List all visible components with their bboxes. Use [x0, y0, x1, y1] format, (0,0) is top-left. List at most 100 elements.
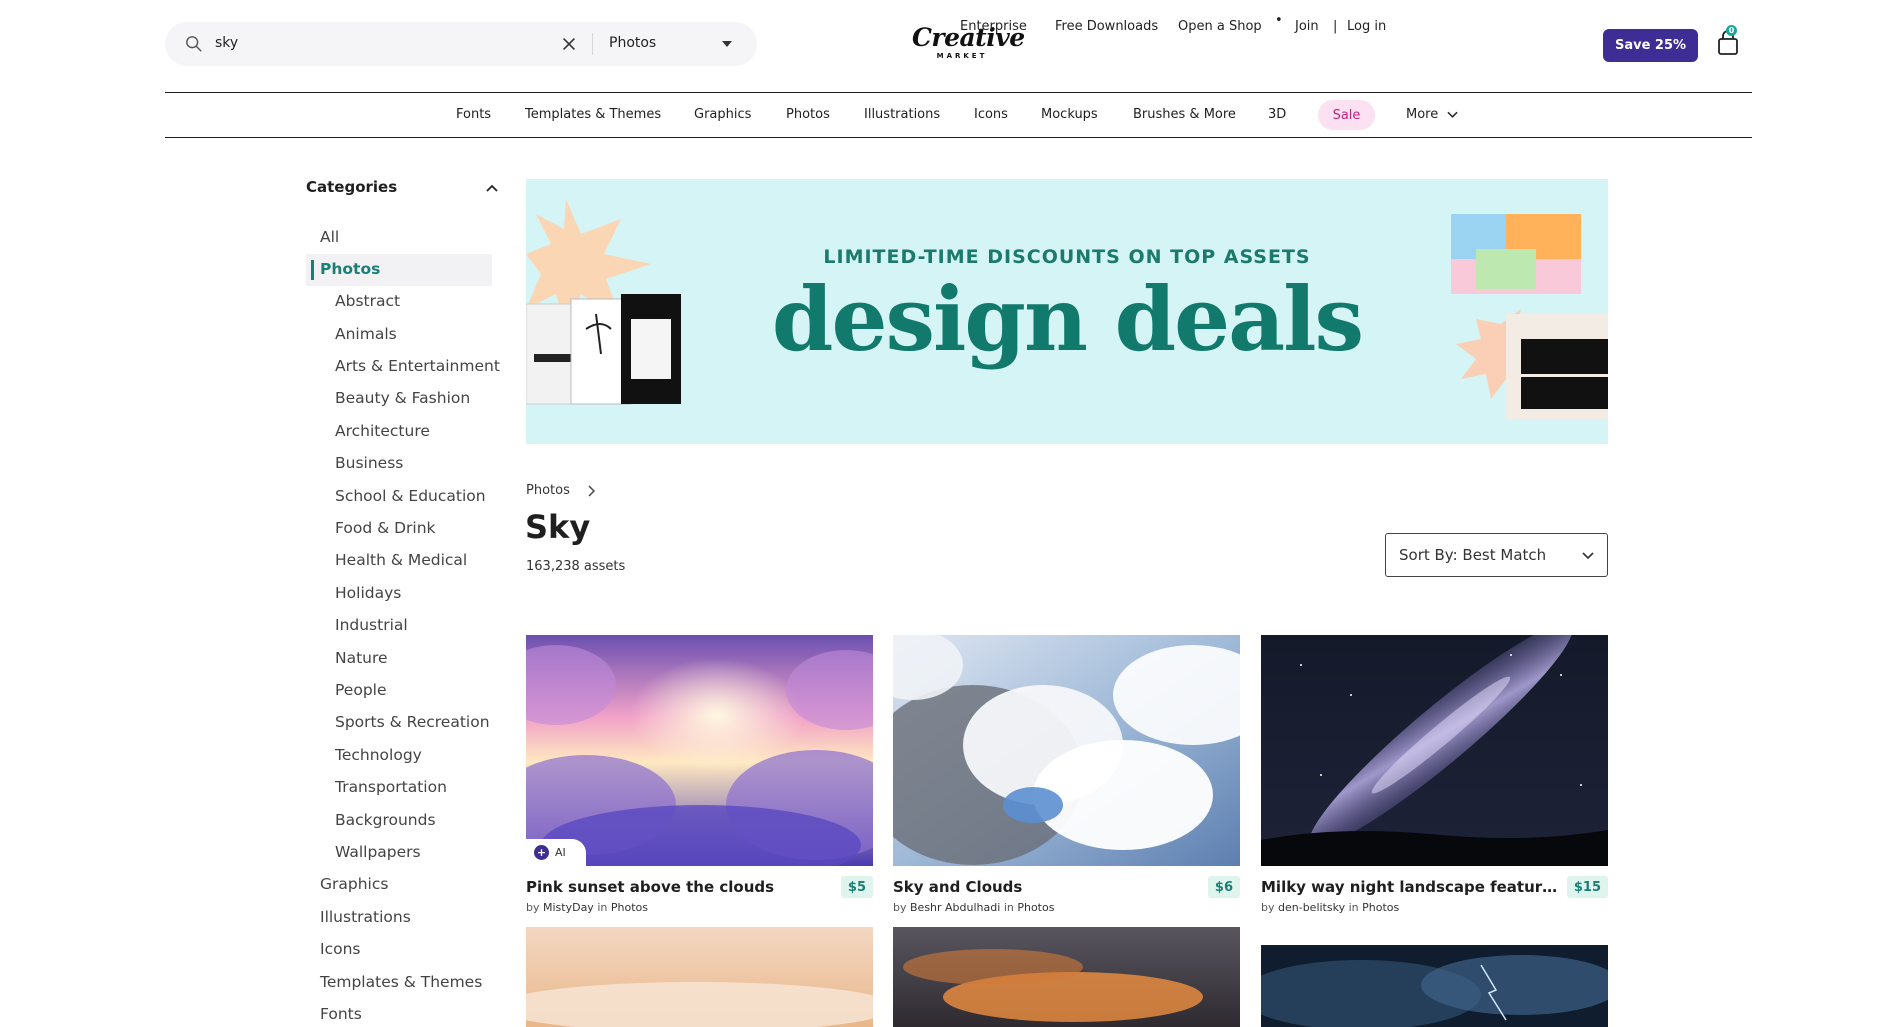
sidebar-subitem[interactable]: Food & Drink [335, 519, 436, 537]
product-image[interactable] [526, 635, 873, 866]
nav-graphics[interactable]: Graphics [694, 107, 751, 122]
product-price: $6 [1207, 876, 1240, 898]
sidebar-item[interactable]: Templates & Themes [320, 973, 482, 991]
banner-title: design deals [771, 267, 1364, 371]
join-link[interactable]: Join [1295, 19, 1319, 34]
sidebar-active-indicator [311, 260, 314, 280]
cart-count-badge: 0 [1726, 25, 1737, 36]
product-image[interactable] [893, 635, 1240, 866]
in-label: in [597, 901, 608, 914]
nav-dot: • [1275, 13, 1283, 28]
enterprise-link[interactable]: Enterprise [960, 19, 1027, 34]
product-byline: by MistyDay in Photos [526, 901, 648, 914]
category-nav-divider [165, 137, 1752, 138]
ai-badge: + AI [526, 839, 586, 866]
close-icon[interactable] [560, 35, 578, 53]
sidebar-subitem[interactable]: Beauty & Fashion [335, 389, 470, 407]
sidebar-subitem[interactable]: Backgrounds [335, 811, 436, 829]
sidebar-subitem[interactable]: Business [335, 454, 403, 472]
search-box[interactable]: sky Photos [165, 22, 757, 66]
search-input[interactable]: sky [215, 35, 238, 51]
product-author[interactable]: MistyDay [543, 901, 594, 914]
sidebar-heading[interactable]: Categories [306, 178, 397, 196]
product-author[interactable]: Beshr Abdulhadi [910, 901, 1000, 914]
product-image[interactable] [1261, 945, 1608, 1027]
by-label: by [893, 901, 907, 914]
free-downloads-link[interactable]: Free Downloads [1055, 19, 1158, 34]
by-label: by [526, 901, 540, 914]
sort-label: Sort By: Best Match [1399, 546, 1547, 564]
sidebar-subitem[interactable]: Arts & Entertainment [335, 357, 500, 375]
by-label: by [1261, 901, 1275, 914]
search-icon [186, 36, 202, 52]
promo-banner[interactable]: LIMITED-TIME DISCOUNTS ON TOP ASSETS des… [526, 179, 1608, 444]
sidebar-subitem[interactable]: Nature [335, 649, 388, 667]
ai-badge-label: AI [555, 846, 566, 859]
product-image[interactable] [893, 927, 1240, 1027]
sidebar-subitem[interactable]: Technology [335, 746, 422, 764]
product-category[interactable]: Photos [1362, 901, 1399, 914]
page: sky Photos Creative MARKET Enterprise Fr… [0, 0, 1901, 1027]
nav-3d[interactable]: 3D [1268, 107, 1286, 122]
search-category-select[interactable]: Photos [609, 35, 656, 51]
open-shop-link[interactable]: Open a Shop [1178, 19, 1262, 34]
nav-illustrations[interactable]: Illustrations [864, 107, 940, 122]
sidebar-subitem[interactable]: Animals [335, 325, 397, 343]
page-title: Sky [525, 508, 591, 546]
sidebar-item[interactable]: Icons [320, 940, 360, 958]
nav-icons[interactable]: Icons [974, 107, 1008, 122]
plus-icon: + [534, 845, 549, 860]
nav-fonts[interactable]: Fonts [456, 107, 491, 122]
nav-separator: | [1333, 18, 1338, 34]
sidebar-item[interactable]: Graphics [320, 875, 388, 893]
chevron-right-icon [588, 485, 595, 497]
nav-sale[interactable]: Sale [1318, 100, 1375, 130]
product-title[interactable]: Sky and Clouds [893, 878, 1193, 896]
in-label: in [1348, 901, 1359, 914]
product-price: $5 [840, 876, 873, 898]
sidebar-subitem[interactable]: Architecture [335, 422, 430, 440]
caret-down-icon[interactable] [721, 39, 733, 49]
sidebar-item[interactable]: Fonts [320, 1005, 362, 1023]
product-category[interactable]: Photos [611, 901, 648, 914]
product-price: $15 [1566, 876, 1608, 898]
product-image[interactable] [526, 927, 873, 1027]
product-title[interactable]: Pink sunset above the clouds [526, 878, 826, 896]
nav-photos[interactable]: Photos [786, 107, 830, 122]
sidebar-subitem[interactable]: Industrial [335, 616, 408, 634]
font-samples-image [1451, 214, 1608, 419]
breadcrumb[interactable]: Photos [526, 483, 570, 498]
sort-select[interactable]: Sort By: Best Match [1385, 533, 1608, 577]
logo-sub: MARKET [936, 52, 988, 60]
sidebar-subitem[interactable]: Holidays [335, 584, 401, 602]
product-image[interactable] [1261, 635, 1608, 866]
sidebar-subitem[interactable]: Wallpapers [335, 843, 421, 861]
sidebar-subitem[interactable]: School & Education [335, 487, 486, 505]
sidebar-subitem[interactable]: Transportation [335, 778, 447, 796]
nav-mockups[interactable]: Mockups [1041, 107, 1098, 122]
banner-headline: LIMITED-TIME DISCOUNTS ON TOP ASSETS [823, 246, 1311, 268]
login-link[interactable]: Log in [1347, 19, 1386, 34]
nav-more[interactable]: More [1406, 107, 1438, 122]
product-title[interactable]: Milky way night landscape featuring ... [1261, 878, 1561, 896]
save-25-button[interactable]: Save 25% [1603, 29, 1698, 62]
product-category[interactable]: Photos [1017, 901, 1054, 914]
chevron-up-icon[interactable] [486, 184, 498, 193]
sidebar-subitem[interactable]: Abstract [335, 292, 400, 310]
product-byline: by den-belitsky in Photos [1261, 901, 1399, 914]
category-nav: Fonts Templates & Themes Graphics Photos… [0, 93, 1901, 137]
search-divider [592, 33, 593, 55]
chevron-down-icon[interactable] [1447, 110, 1458, 119]
sidebar-subitem[interactable]: People [335, 681, 387, 699]
sidebar-item-photos[interactable]: Photos [320, 260, 380, 278]
product-byline: by Beshr Abdulhadi in Photos [893, 901, 1054, 914]
nav-templates-themes[interactable]: Templates & Themes [525, 107, 661, 122]
product-author[interactable]: den-belitsky [1278, 901, 1345, 914]
sidebar-subitem[interactable]: Health & Medical [335, 551, 467, 569]
in-label: in [1003, 901, 1014, 914]
sidebar-item[interactable]: Illustrations [320, 908, 411, 926]
sidebar-subitem[interactable]: Sports & Recreation [335, 713, 490, 731]
chevron-down-icon [1582, 552, 1594, 560]
nav-brushes-more[interactable]: Brushes & More [1133, 107, 1236, 122]
sidebar-item-all[interactable]: All [320, 228, 339, 246]
